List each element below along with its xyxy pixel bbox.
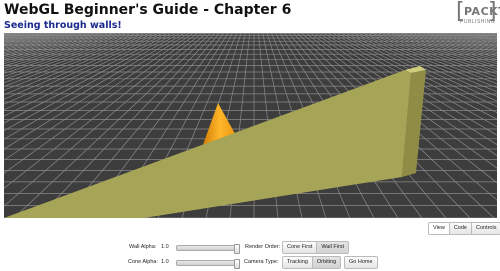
- wall-first-button[interactable]: Wall First: [317, 242, 349, 253]
- orbiting-button[interactable]: Orbiting: [312, 257, 341, 268]
- grid-line: [495, 33, 497, 34]
- cone-alpha-label: Cone Alpha:: [128, 259, 158, 265]
- wall-front: [4, 70, 411, 218]
- tracking-button[interactable]: Tracking: [283, 257, 313, 268]
- grid-line: [4, 33, 47, 42]
- logo-right-bracket: ]: [488, 0, 497, 24]
- publisher-logo: [ PACKT PUBLISHING ]: [456, 0, 500, 32]
- grid-line: [456, 33, 497, 42]
- tab-controls[interactable]: Controls: [471, 223, 500, 234]
- wall: [4, 66, 426, 218]
- render-order-buttons: Cone First Wall First: [282, 241, 350, 254]
- cone-alpha-value: 1.0: [161, 259, 169, 265]
- webgl-canvas[interactable]: [4, 33, 497, 218]
- render-order-label: Render Order:: [245, 244, 281, 250]
- scene-svg: [4, 33, 497, 218]
- page-subtitle: Seeing through walls!: [4, 20, 122, 31]
- page-title: WebGL Beginner's Guide - Chapter 6: [4, 2, 292, 18]
- cone-alpha-slider[interactable]: [176, 259, 240, 269]
- grid-line: [4, 33, 86, 54]
- grid-line: [413, 33, 497, 55]
- grid-line: [487, 33, 497, 36]
- grid-line: [439, 33, 497, 46]
- grid-line: [465, 33, 497, 40]
- cone-first-button[interactable]: Cone First: [283, 242, 318, 253]
- grid-line: [452, 33, 497, 43]
- grid-line: [4, 33, 90, 55]
- tab-view[interactable]: View: [429, 223, 450, 234]
- view-tabs: View Code Controls: [428, 222, 500, 235]
- wall-alpha-slider-handle[interactable]: [234, 244, 240, 254]
- wall-alpha-slider[interactable]: [176, 244, 240, 254]
- camera-type-buttons: Tracking Orbiting: [282, 256, 342, 269]
- go-home-group: Go Home: [344, 256, 378, 269]
- go-home-button[interactable]: Go Home: [345, 257, 377, 268]
- tab-code[interactable]: Code: [449, 223, 472, 234]
- cone-alpha-slider-handle[interactable]: [234, 259, 240, 269]
- wall-alpha-value: 1.0: [161, 244, 169, 250]
- camera-type-label: Camera Type:: [244, 259, 279, 265]
- wall-alpha-label: Wall Alpha:: [129, 244, 157, 250]
